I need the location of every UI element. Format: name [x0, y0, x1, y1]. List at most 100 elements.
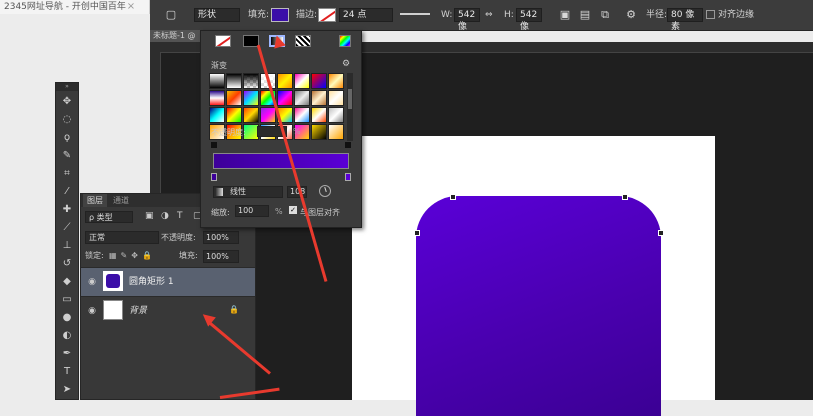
blend-mode-select[interactable]: 正常	[85, 231, 159, 244]
align-edges-checkbox[interactable]	[706, 10, 715, 19]
color-stop[interactable]	[211, 173, 217, 181]
link-icon[interactable]: ⇔	[485, 0, 493, 30]
opacity-stop[interactable]	[345, 142, 351, 148]
layer-opacity-field[interactable]: 100%	[203, 231, 239, 244]
gradient-bar[interactable]	[213, 153, 349, 169]
scale-label: 缩放:	[211, 208, 230, 217]
height-field[interactable]: 542 像	[516, 8, 542, 32]
layer-name[interactable]: 背景	[129, 297, 147, 325]
gradient-preset[interactable]	[294, 90, 310, 106]
gradient-preset[interactable]	[243, 107, 259, 123]
gradient-style-select[interactable]: 线性	[213, 186, 283, 198]
dodge-tool-icon[interactable]: ◐	[59, 329, 75, 343]
gradient-preset[interactable]	[209, 107, 225, 123]
gradient-preset[interactable]	[243, 90, 259, 106]
type-tool-icon[interactable]: T	[59, 365, 75, 379]
lasso-tool-icon[interactable]: ϙ	[59, 131, 75, 145]
gradient-preset[interactable]	[294, 107, 310, 123]
panel-collapse-icon[interactable]: »	[56, 83, 78, 91]
layer-name[interactable]: 圆角矩形 1	[129, 268, 174, 296]
brush-tool-icon[interactable]: ⟋	[59, 221, 75, 235]
anchor-point[interactable]	[450, 194, 456, 200]
close-icon[interactable]: ×	[125, 0, 137, 14]
gradient-preset[interactable]	[311, 73, 327, 89]
tab-channels[interactable]: 通道	[109, 194, 133, 207]
eyedropper-tool-icon[interactable]: ⁄	[59, 185, 75, 199]
align-with-layer-checkbox[interactable]: ✓	[289, 206, 297, 214]
gradient-tool-icon[interactable]: ▭	[59, 293, 75, 307]
width-field[interactable]: 542 像	[454, 8, 480, 32]
fill-swatch[interactable]	[271, 8, 289, 22]
gradient-preset[interactable]	[226, 73, 242, 89]
pattern-button[interactable]	[295, 35, 311, 47]
path-arrangement-icon[interactable]: ⧉	[598, 8, 612, 22]
gradient-preset[interactable]	[209, 73, 225, 89]
scale-unit: %	[275, 207, 283, 216]
stroke-type-select[interactable]	[400, 13, 430, 15]
history-brush-tool-icon[interactable]: ↺	[59, 257, 75, 271]
gear-icon[interactable]: ⚙	[342, 59, 350, 69]
gradient-preset[interactable]	[294, 73, 310, 89]
path-select-tool-icon[interactable]: ➤	[59, 383, 75, 397]
layer-thumbnail	[103, 300, 123, 320]
gradient-preset[interactable]	[209, 90, 225, 106]
filter-pixel-icon[interactable]: ▣	[145, 211, 155, 222]
scale-field[interactable]: 100	[235, 205, 269, 217]
layer-row-rounded-rect[interactable]: ◉ 圆角矩形 1	[81, 267, 255, 296]
filter-type-icon[interactable]: T	[177, 211, 187, 222]
anchor-point[interactable]	[414, 230, 420, 236]
filter-kind-select[interactable]: ρ 类型	[85, 211, 133, 223]
gradient-preset[interactable]	[243, 73, 259, 89]
path-alignment-icon[interactable]: ▤	[578, 8, 592, 22]
quick-select-tool-icon[interactable]: ✎	[59, 149, 75, 163]
tab-layers[interactable]: 图层	[83, 194, 107, 207]
opacity-stop[interactable]	[211, 142, 217, 148]
gradient-preset[interactable]	[226, 90, 242, 106]
gradient-preset[interactable]	[328, 90, 344, 106]
gradient-preset[interactable]	[311, 124, 327, 140]
blur-tool-icon[interactable]: ●	[59, 311, 75, 325]
gradient-preset[interactable]	[311, 90, 327, 106]
gradient-preset[interactable]	[226, 107, 242, 123]
anchor-point[interactable]	[658, 230, 664, 236]
layer-thumbnail	[103, 271, 123, 291]
lock-label: 锁定:	[85, 251, 104, 260]
clone-stamp-tool-icon[interactable]: ⊥	[59, 239, 75, 253]
healing-brush-tool-icon[interactable]: ✚	[59, 203, 75, 217]
rounded-rectangle-shape[interactable]	[416, 196, 661, 416]
pen-tool-icon[interactable]: ✒	[59, 347, 75, 361]
color-picker-button[interactable]	[339, 35, 351, 47]
stroke-swatch[interactable]	[318, 8, 336, 22]
no-fill-button[interactable]	[215, 35, 231, 47]
opacity-unit: %	[293, 127, 301, 136]
shape-tool-icon[interactable]: ▢	[164, 8, 178, 22]
tool-mode-select[interactable]: 形状	[194, 8, 240, 22]
path-operations-icon[interactable]: ▣	[558, 8, 572, 22]
gradient-preset[interactable]	[260, 107, 276, 123]
gear-icon[interactable]: ⚙	[624, 8, 638, 22]
tools-panel: » ✥ ◌ ϙ ✎ ⌗ ⁄ ✚ ⟋ ⊥ ↺ ◆ ▭ ● ◐ ✒ T ➤	[55, 82, 79, 400]
lock-icons[interactable]: ▦✎✥🔒	[109, 251, 181, 261]
marquee-tool-icon[interactable]: ◌	[59, 113, 75, 127]
visibility-eye-icon[interactable]: ◉	[87, 306, 97, 316]
move-tool-icon[interactable]: ✥	[59, 95, 75, 109]
filter-adjust-icon[interactable]: ◑	[161, 211, 171, 222]
anchor-point[interactable]	[622, 194, 628, 200]
radius-field[interactable]: 80 像素	[667, 8, 703, 32]
crop-tool-icon[interactable]: ⌗	[59, 167, 75, 181]
gradient-preset[interactable]	[328, 107, 344, 123]
visibility-eye-icon[interactable]: ◉	[87, 277, 97, 287]
presets-scrollbar[interactable]	[347, 73, 353, 141]
color-stop[interactable]	[345, 173, 351, 181]
layer-row-background[interactable]: ◉ 背景 🔒	[81, 296, 255, 325]
gradient-preset[interactable]	[328, 124, 344, 140]
gradient-preset[interactable]	[277, 90, 293, 106]
gradient-preset[interactable]	[328, 73, 344, 89]
gradient-preset[interactable]	[277, 73, 293, 89]
gradient-preset[interactable]	[311, 107, 327, 123]
eraser-tool-icon[interactable]: ◆	[59, 275, 75, 289]
lock-icon: 🔒	[229, 305, 239, 314]
layer-fill-field[interactable]: 100%	[203, 250, 239, 263]
stroke-width-field[interactable]: 24 点	[339, 8, 393, 22]
angle-dial-icon[interactable]	[319, 185, 331, 197]
